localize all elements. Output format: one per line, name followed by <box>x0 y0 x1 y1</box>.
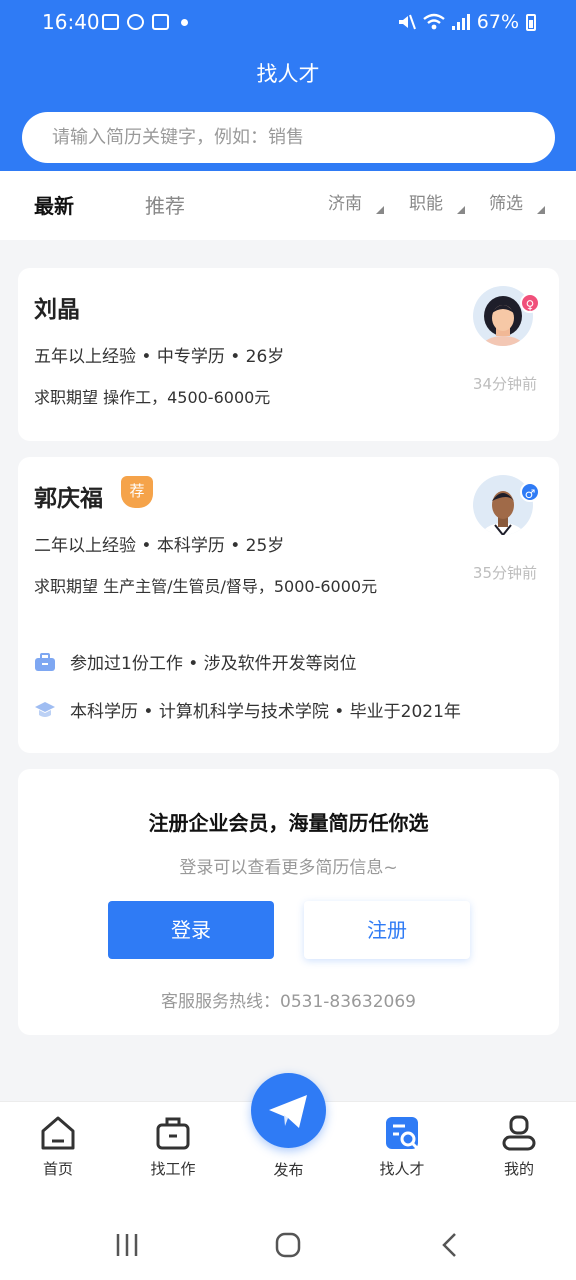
talent-search-icon <box>386 1117 419 1150</box>
home-icon <box>41 1116 75 1150</box>
education-text: 本科学历 • 计算机科学与技术学院 • 毕业于2021年 <box>70 702 461 722</box>
register-button[interactable]: 注册 <box>304 901 470 959</box>
signal-icon <box>451 14 470 30</box>
home-circle-icon[interactable] <box>275 1232 301 1258</box>
page-title: 找人才 <box>256 62 320 86</box>
member-title: 注册企业会员，海量简历任你选 <box>148 811 429 835</box>
graduation-cap-icon <box>35 701 55 717</box>
tab-latest[interactable]: 最新 <box>34 190 74 219</box>
gallery-icon <box>102 14 119 30</box>
hotline: 客服服务热线：0531-83632069 <box>161 992 416 1012</box>
briefcase-icon <box>156 1117 190 1150</box>
system-icons: 67% <box>396 11 536 33</box>
user-icon <box>502 1115 536 1151</box>
nav-mine[interactable]: 我的 <box>474 1114 564 1179</box>
filter-function[interactable]: 职能 <box>409 189 443 214</box>
mute-icon <box>398 14 416 30</box>
female-gender-icon: ♀ <box>520 293 540 313</box>
member-panel: 注册企业会员，海量简历任你选 登录可以查看更多简历信息~ 登录 注册 客服服务热… <box>18 769 559 1035</box>
work-experience: 参加过1份工作 • 涉及软件开发等岗位 <box>34 649 357 674</box>
work-experience-text: 参加过1份工作 • 涉及软件开发等岗位 <box>70 654 357 674</box>
cloud-icon <box>127 14 144 30</box>
candidate-expectation: 求职期望 操作工，4500-6000元 <box>34 388 271 407</box>
recent-apps-icon[interactable] <box>114 1232 140 1258</box>
bus-icon <box>152 14 169 30</box>
filter-city[interactable]: 济南 <box>328 189 362 214</box>
candidate-card[interactable]: 刘晶 五年以上经验 • 中专学历 • 26岁 求职期望 操作工，4500-600… <box>18 268 559 441</box>
post-time: 35分钟前 <box>472 564 537 582</box>
education: 本科学历 • 计算机科学与技术学院 • 毕业于2021年 <box>34 697 461 722</box>
status-bar: 16:40 67% <box>0 0 576 48</box>
dropdown-triangle-icon <box>537 206 545 214</box>
candidate-name: 刘晶 <box>34 297 80 323</box>
header: 16:40 67% 找人才 <box>0 0 576 171</box>
nav-talent[interactable]: 找人才 <box>357 1114 447 1179</box>
system-nav <box>0 1198 576 1280</box>
status-time: 16:40 <box>42 10 100 34</box>
search-bar <box>22 112 555 163</box>
search-input[interactable] <box>52 112 532 163</box>
dropdown-triangle-icon <box>376 206 384 214</box>
candidate-name: 郭庆福 <box>34 486 103 512</box>
member-subtitle: 登录可以查看更多简历信息~ <box>179 858 398 878</box>
more-dot-icon <box>181 18 188 26</box>
filter-more[interactable]: 筛选 <box>489 189 523 214</box>
nav-talent-label: 找人才 <box>379 1160 425 1178</box>
nav-mine-label: 我的 <box>503 1160 534 1178</box>
battery-percent: 67% <box>476 11 519 33</box>
nav-publish-label: 发布 <box>273 1161 304 1179</box>
battery-icon <box>526 13 536 31</box>
briefcase-icon <box>35 652 55 671</box>
notification-icons <box>102 14 188 30</box>
post-time: 34分钟前 <box>472 375 537 393</box>
dropdown-triangle-icon <box>457 206 465 214</box>
tab-recommend[interactable]: 推荐 <box>145 190 185 219</box>
nav-jobs-label: 找工作 <box>150 1160 196 1178</box>
candidate-meta: 二年以上经验 • 本科学历 • 25岁 <box>34 536 285 556</box>
candidate-expectation: 求职期望 生产主管/生管员/督导，5000-6000元 <box>34 577 378 596</box>
paper-plane-icon <box>269 1095 307 1128</box>
login-button[interactable]: 登录 <box>108 901 274 959</box>
nav-home[interactable]: 首页 <box>13 1114 103 1179</box>
candidate-card[interactable]: 郭庆福 荐 二年以上经验 • 本科学历 • 25岁 求职期望 生产主管/生管员/… <box>18 457 559 753</box>
nav-jobs[interactable]: 找工作 <box>128 1114 218 1179</box>
recommend-badge: 荐 <box>121 476 153 508</box>
nav-home-label: 首页 <box>42 1160 73 1178</box>
male-gender-icon: ♂ <box>520 482 540 502</box>
back-icon[interactable] <box>437 1232 463 1258</box>
candidate-meta: 五年以上经验 • 中专学历 • 26岁 <box>34 347 285 367</box>
publish-button[interactable] <box>251 1073 326 1148</box>
wifi-icon <box>423 13 445 30</box>
tab-bar: 最新 推荐 济南 职能 筛选 <box>0 171 576 240</box>
